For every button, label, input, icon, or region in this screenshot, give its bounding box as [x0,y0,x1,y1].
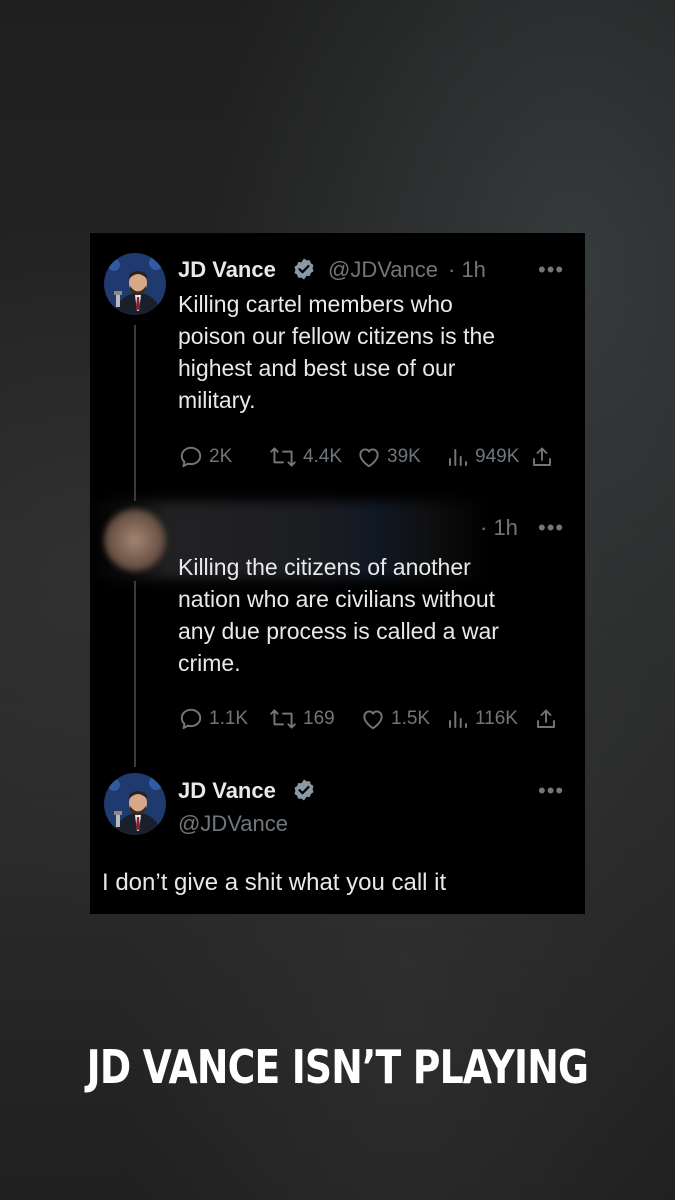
like-count: 39K [387,446,421,467]
tweet-text: Killing cartel members who poison our fe… [178,291,496,413]
verified-badge-icon [294,258,314,280]
repost-button[interactable]: 4.4K [268,442,342,472]
views-count: 949K [475,446,520,467]
verified-badge-icon [294,779,314,801]
like-icon [363,710,383,730]
timestamp[interactable]: · 1h [480,515,518,541]
views-icon [449,711,467,728]
avatar[interactable] [104,509,166,571]
repost-count: 4.4K [303,446,343,467]
share-button[interactable] [534,704,558,734]
like-icon [359,448,379,468]
tweet-thread-screenshot: JD Vance @JDVance · 1h ••• Killing carte… [90,233,585,914]
views-button[interactable]: 116K [446,704,518,734]
repost-icon [270,447,296,467]
reply-icon [180,708,202,730]
reply-button[interactable]: 1.1K [178,704,248,734]
more-dots-icon[interactable]: ••• [538,259,564,281]
views-count: 116K [475,708,518,729]
author-handle[interactable]: @JDVance [328,257,438,283]
tweet-text: I don’t give a shit what you call it [102,869,447,896]
like-button[interactable]: 39K [356,442,421,472]
share-icon [533,447,551,466]
avatar[interactable] [104,773,166,835]
author-name[interactable]: JD Vance [178,778,276,804]
like-button[interactable]: 1.5K [360,704,430,734]
views-icon [449,449,467,466]
timestamp[interactable]: · 1h [448,257,486,283]
more-dots-icon[interactable]: ••• [538,517,564,539]
like-count: 1.5K [391,708,431,729]
tweet-actions: 2K 4.4K 39K 949K [178,442,563,472]
author-handle[interactable]: @JDVance [178,811,288,837]
share-button[interactable] [530,442,554,472]
views-button[interactable]: 949K [446,442,519,472]
share-icon [537,709,555,728]
repost-count: 169 [303,708,335,729]
thread-line [134,325,136,501]
more-dots-icon[interactable]: ••• [538,780,564,802]
tweet-actions: 1.1K 169 1.5K 116K [178,704,563,734]
reply-count: 2K [209,446,233,467]
tweet-text: Killing the citizens of another nation w… [178,554,499,676]
reply-count: 1.1K [209,708,249,729]
reply-icon [180,446,202,468]
reply-button[interactable]: 2K [178,442,232,472]
thread-line [134,581,136,767]
repost-icon [270,709,296,729]
avatar[interactable] [104,253,166,315]
author-name[interactable]: JD Vance [178,257,276,283]
repost-button[interactable]: 169 [268,704,335,734]
story-caption: JD VANCE ISN’T PLAYING [86,1040,589,1094]
